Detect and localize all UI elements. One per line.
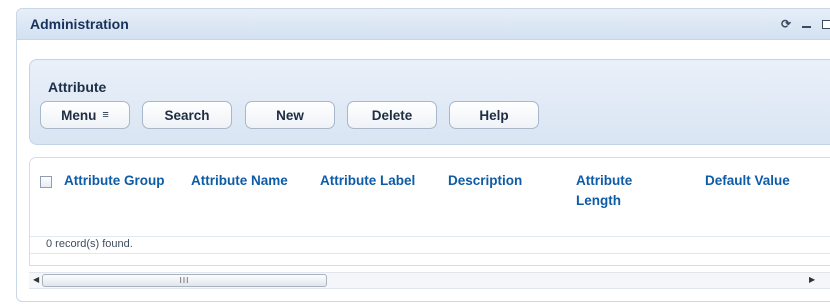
menu-button-label: Menu	[61, 107, 97, 123]
menu-button[interactable]: Menu ≡	[40, 101, 130, 129]
portlet-title: Administration	[30, 16, 129, 32]
delete-button[interactable]: Delete	[347, 101, 437, 129]
column-header-attribute-length[interactable]: Attribute Length	[576, 171, 656, 211]
attribute-grid: Attribute Group Attribute Name Attribute…	[29, 157, 830, 266]
menu-dropdown-icon: ≡	[102, 109, 109, 121]
restore-icon[interactable]	[819, 17, 830, 31]
minimize-icon[interactable]	[799, 17, 813, 31]
scrollbar-grip: III	[179, 276, 190, 285]
portlet-title-bar: Administration ⟳	[17, 9, 830, 40]
scrollbar-thumb[interactable]: III	[42, 274, 327, 287]
window-controls: ⟳	[779, 17, 830, 31]
arrow-left-icon[interactable]: ◀	[33, 275, 39, 284]
new-button-label: New	[276, 107, 304, 123]
column-header-attribute-group[interactable]: Attribute Group	[64, 171, 165, 191]
attribute-panel-title: Attribute	[48, 79, 107, 95]
select-all-checkbox[interactable]	[40, 176, 52, 188]
new-button[interactable]: New	[245, 101, 335, 129]
horizontal-scrollbar[interactable]: ◀ III ▶	[29, 272, 830, 289]
column-header-attribute-label[interactable]: Attribute Label	[320, 171, 415, 191]
header-divider	[30, 236, 830, 237]
search-button-label: Search	[164, 107, 210, 123]
refresh-icon[interactable]: ⟳	[779, 17, 793, 31]
column-header-attribute-name[interactable]: Attribute Name	[191, 171, 288, 191]
attribute-panel: Attribute Menu ≡ Search New Delete Help	[29, 59, 830, 145]
administration-portlet: Administration ⟳ Attribute Menu ≡ Search…	[16, 8, 830, 302]
arrow-right-icon[interactable]: ▶	[809, 275, 815, 284]
help-button-label: Help	[479, 107, 509, 123]
column-header-description[interactable]: Description	[448, 171, 522, 191]
search-button[interactable]: Search	[142, 101, 232, 129]
help-button[interactable]: Help	[449, 101, 539, 129]
record-count-status: 0 record(s) found.	[46, 238, 133, 250]
delete-button-label: Delete	[371, 107, 413, 123]
status-divider	[30, 253, 830, 254]
column-header-default-value[interactable]: Default Value	[705, 171, 790, 191]
